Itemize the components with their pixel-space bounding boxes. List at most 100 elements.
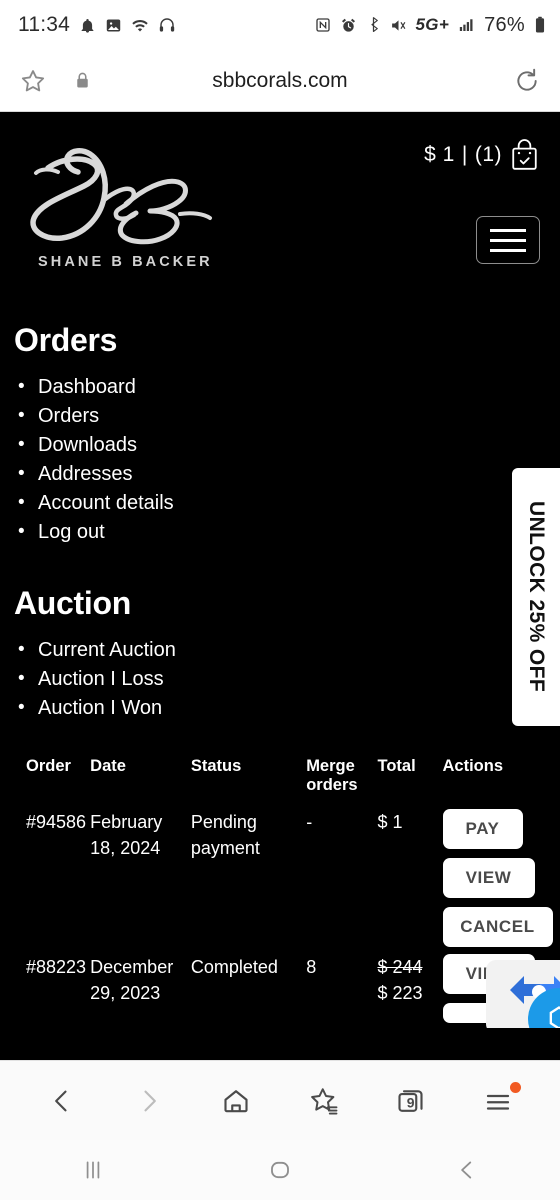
recents-icon (87, 1161, 100, 1179)
auction-menu-item-current[interactable]: Current Auction (14, 635, 560, 665)
table-row[interactable]: #88223 December 29, 2023 Completed 8 $ 2… (0, 954, 560, 1060)
account-menu-list: Dashboard Orders Downloads Addresses Acc… (14, 372, 560, 547)
lock-icon[interactable] (74, 71, 91, 90)
status-bar: 11:34 5G+ 76% (0, 0, 560, 50)
account-menu-item-orders[interactable]: Orders (14, 401, 560, 431)
table-row[interactable]: #94586 February 18, 2024 Pending payment… (0, 809, 560, 954)
android-back-button[interactable] (437, 1140, 497, 1200)
section-title-auction: Auction (14, 585, 131, 621)
forward-arrow-icon (144, 1090, 156, 1111)
android-recents-button[interactable] (63, 1140, 123, 1200)
android-navigation-bar (0, 1140, 560, 1200)
browser-bottom-bar: 9 (0, 1060, 560, 1140)
orders-table-body: #94586 February 18, 2024 Pending payment… (0, 809, 560, 1060)
hamburger-bar (490, 248, 526, 252)
auction-menu-item-loss[interactable]: Auction I Loss (14, 664, 560, 694)
cell-order-number[interactable]: #88223 (0, 954, 90, 1060)
table-header-row: Order Date Status Merge orders Total Act… (0, 757, 560, 809)
browser-menu-button[interactable] (470, 1073, 526, 1129)
site-hamburger-menu-button[interactable] (476, 216, 540, 264)
cell-order-status: Pending payment (190, 812, 260, 858)
chat-widget-card[interactable] (486, 960, 560, 1028)
cell-merge-orders: - (306, 812, 313, 832)
column-header-total: Total (377, 757, 416, 775)
home-icon (224, 1089, 248, 1112)
cart-summary[interactable]: $ 1 | (1) (424, 138, 540, 172)
logo-name-text: SHANE B BACKER (38, 254, 213, 270)
site-header: SHANE B BACKER $ 1 | (1) (0, 112, 560, 270)
account-menu-item-downloads[interactable]: Downloads (14, 430, 560, 460)
view-button[interactable]: VIEW (442, 858, 535, 898)
account-menu-item-log-out[interactable]: Log out (14, 517, 560, 547)
column-header-order: Order (26, 757, 71, 775)
original-price: $ 244 (377, 957, 423, 977)
site-header-right: $ 1 | (1) (424, 132, 540, 264)
column-header-date: Date (90, 757, 126, 775)
mute-icon (390, 17, 407, 34)
bluetooth-icon (366, 16, 381, 34)
hamburger-bar (490, 238, 526, 242)
website-viewport[interactable]: SHANE B BACKER $ 1 | (1) UNLOCK 25% OFF … (0, 112, 560, 1060)
cart-count: (1) (474, 143, 502, 166)
auction-menu-item-won[interactable]: Auction I Won (14, 693, 560, 723)
signature-logo-icon (30, 148, 212, 245)
auction-menu-list: Current Auction Auction I Loss Auction I… (14, 635, 560, 723)
cell-order-date: February 18, 2024 (90, 812, 163, 858)
browser-home-button[interactable] (208, 1073, 264, 1129)
column-header-status: Status (190, 757, 242, 775)
cell-merge-orders: 8 (306, 957, 317, 977)
cell-order-total: $ 244 $ 223 (377, 954, 442, 1060)
account-menu-item-dashboard[interactable]: Dashboard (14, 372, 560, 402)
account-navigation: Orders Dashboard Orders Downloads Addres… (0, 270, 560, 723)
browser-tabs-button[interactable]: 9 (383, 1073, 439, 1129)
cell-order-actions: PAY VIEW CANCEL (442, 809, 560, 954)
nfc-icon (315, 17, 331, 33)
alarm-icon (340, 17, 357, 34)
status-bar-left: 11:34 (18, 13, 176, 37)
status-bar-time: 11:34 (18, 13, 70, 36)
menu-notification-dot (510, 1081, 522, 1093)
browser-bookmarks-button[interactable] (296, 1073, 352, 1129)
signal-bars-icon (458, 17, 475, 33)
notification-bell-icon (79, 17, 96, 34)
back-chevron-icon (460, 1161, 471, 1179)
status-bar-right: 5G+ 76% (315, 14, 546, 37)
discounted-price: $ 223 (377, 983, 423, 1003)
back-arrow-icon (54, 1090, 67, 1111)
orders-table-head: Order Date Status Merge orders Total Act… (0, 757, 560, 809)
cart-amount: $ 1 (424, 143, 455, 166)
battery-icon (534, 16, 546, 34)
network-type-label: 5G+ (415, 15, 450, 34)
column-header-merge-orders: Merge orders (306, 757, 358, 794)
account-menu-item-addresses[interactable]: Addresses (14, 459, 560, 489)
orders-table-container[interactable]: Order Date Status Merge orders Total Act… (0, 757, 560, 1060)
android-home-button[interactable] (250, 1140, 310, 1200)
page-title-orders: Orders (14, 322, 118, 358)
hamburger-menu-icon (487, 1094, 510, 1110)
browser-forward-button[interactable] (121, 1073, 177, 1129)
site-logo[interactable]: SHANE B BACKER (22, 132, 262, 270)
cell-order-total: $ 1 (377, 812, 403, 832)
account-menu-item-account-details[interactable]: Account details (14, 488, 560, 518)
cancel-button[interactable]: CANCEL (442, 907, 553, 947)
wifi-icon (131, 17, 149, 34)
column-header-actions: Actions (442, 757, 504, 775)
support-chat-widget[interactable] (478, 960, 560, 1028)
cell-order-number[interactable]: #94586 (0, 809, 90, 954)
browser-url-bar[interactable]: sbbcorals.com (0, 50, 560, 112)
cell-order-date: December 29, 2023 (90, 957, 174, 1003)
tab-count-label: 9 (406, 1093, 415, 1110)
reload-icon[interactable] (514, 68, 540, 94)
hamburger-bar (490, 228, 526, 232)
pay-button[interactable]: PAY (442, 809, 523, 849)
bookmarks-star-icon (310, 1087, 338, 1114)
order-actions-group: PAY VIEW CANCEL (442, 809, 555, 947)
headphones-icon (158, 16, 176, 34)
cell-order-status: Completed (190, 957, 278, 977)
bookmark-star-icon[interactable] (20, 68, 46, 94)
home-circle-icon (271, 1161, 289, 1179)
shopping-bag-icon[interactable] (509, 138, 540, 172)
browser-back-button[interactable] (34, 1073, 90, 1129)
battery-percent-label: 76% (484, 13, 525, 36)
cart-separator: | (461, 143, 468, 166)
